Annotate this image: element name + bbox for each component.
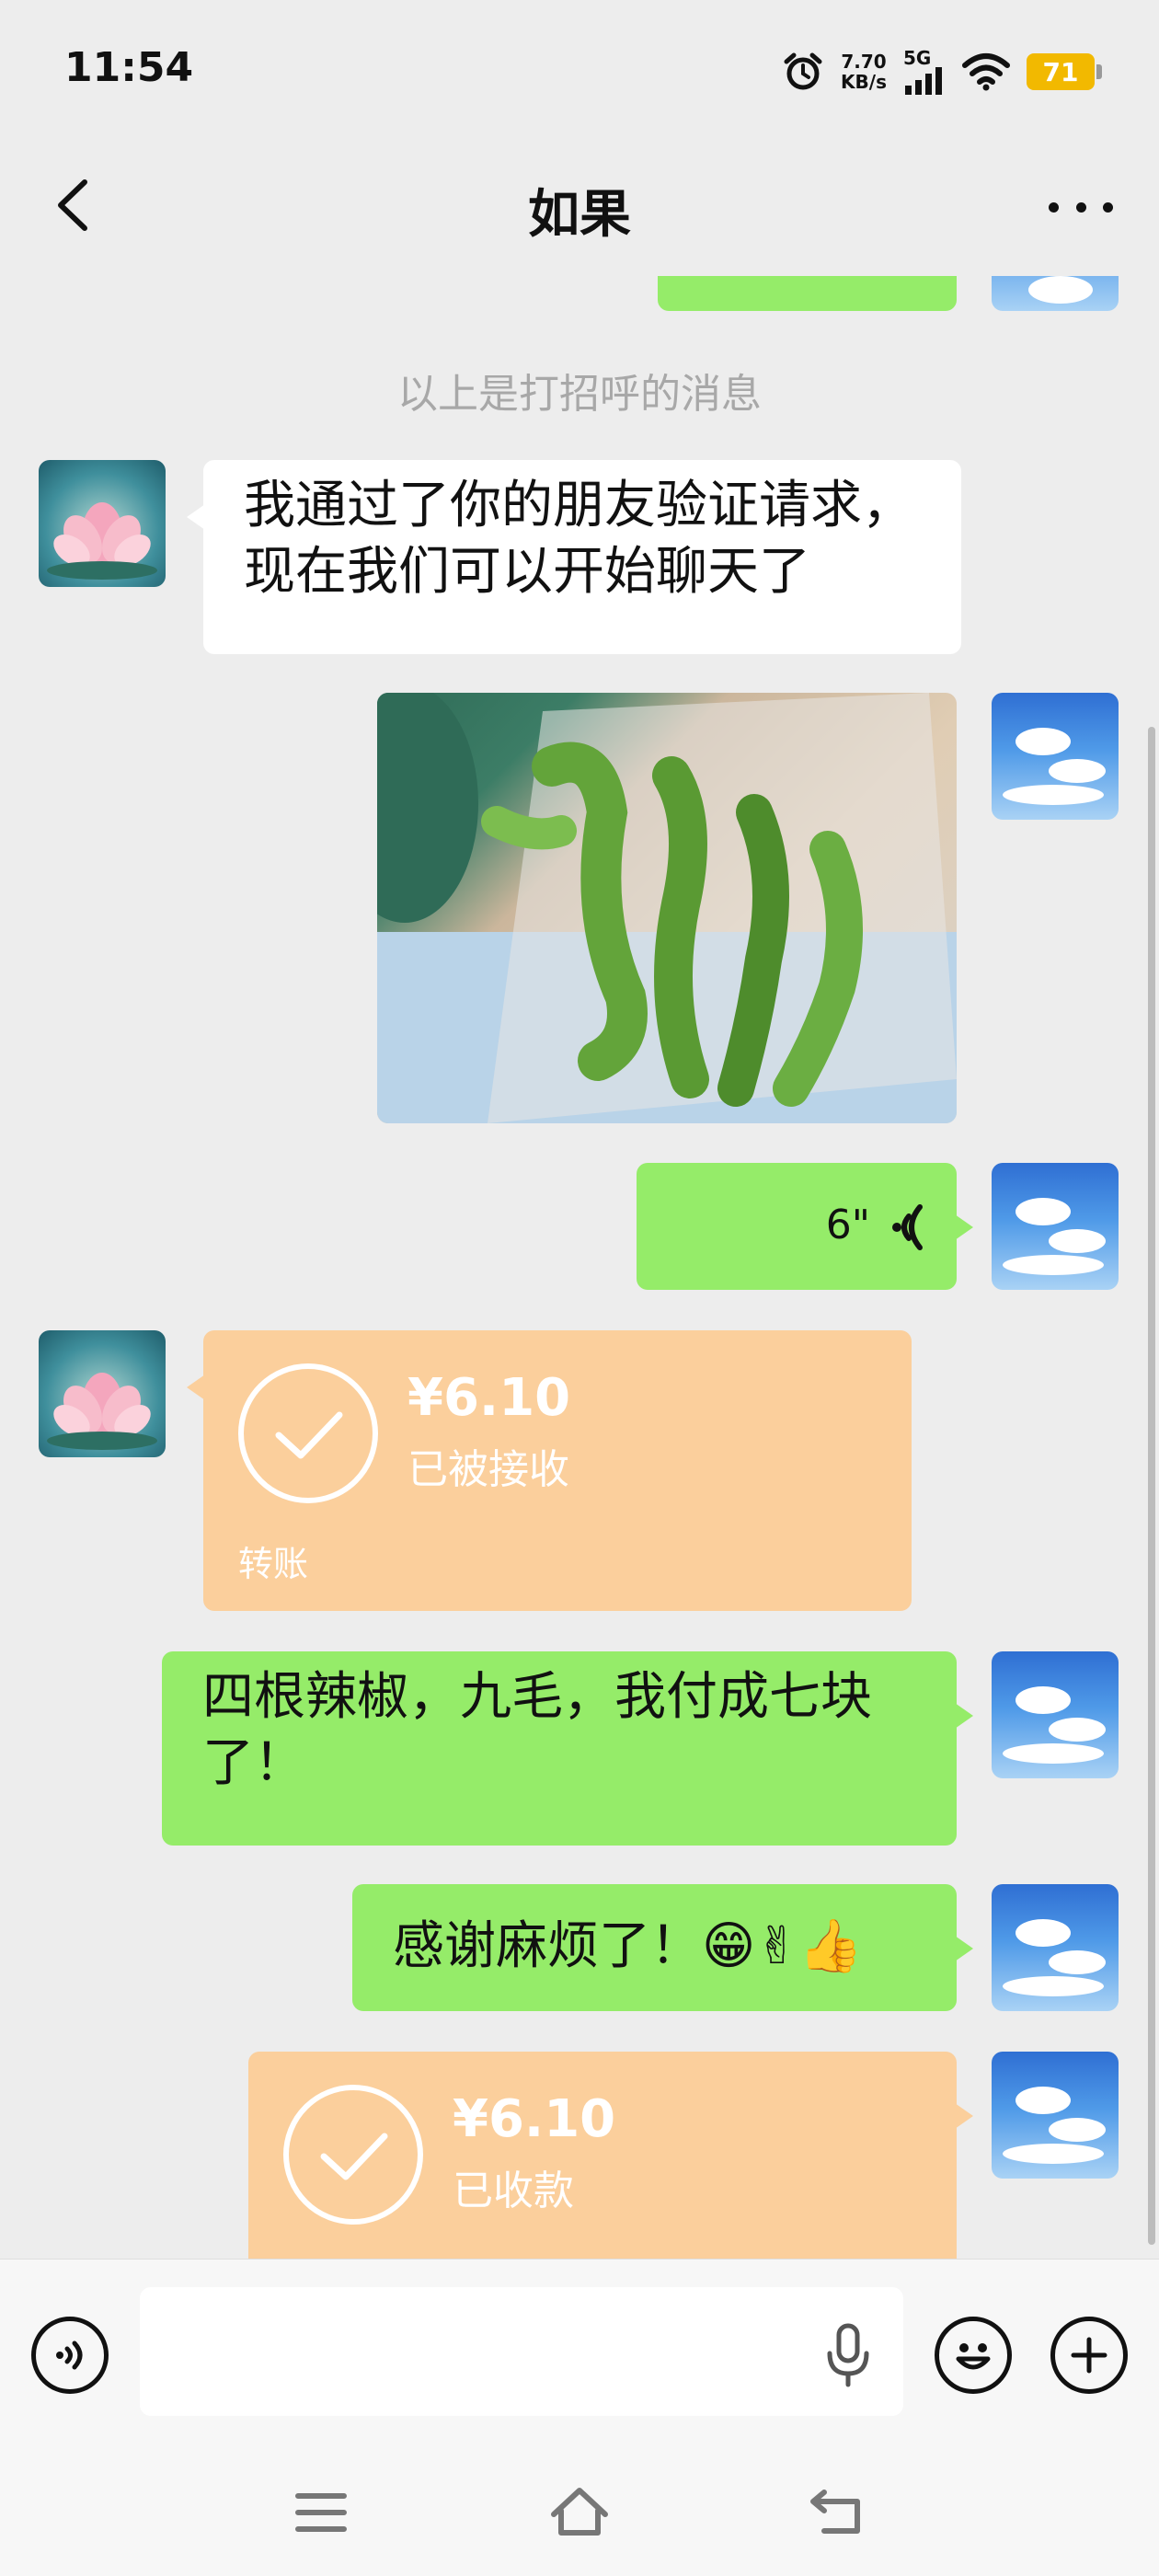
lotus-avatar-image <box>47 1373 157 1450</box>
cloud-shape <box>1003 1255 1104 1275</box>
message-text-line: 现在我们可以开始聊天了 <box>244 542 810 602</box>
system-note: 以上是打招呼的消息 <box>397 371 762 418</box>
transfer-card-received[interactable]: ¥6.10 已被接收 转账 <box>187 1330 912 1611</box>
transfer-status: 已收款 <box>453 2168 574 2214</box>
chat-title: 如果 <box>528 185 631 245</box>
status-time: 11:54 <box>64 44 194 91</box>
contact-avatar[interactable] <box>39 1330 166 1457</box>
battery-indicator: 71 <box>1027 53 1102 90</box>
checkmark-icon <box>275 1411 343 1459</box>
cloud-shape <box>1003 2144 1104 2164</box>
system-navigation-bar <box>0 2452 1159 2576</box>
cloud-shape <box>1049 1229 1106 1253</box>
cloud-shape <box>1003 1976 1104 1996</box>
cloud-shape <box>1016 1686 1071 1714</box>
cloud-shape <box>1016 1919 1071 1947</box>
my-avatar[interactable] <box>992 693 1119 820</box>
voice-wave-icon <box>892 1204 923 1250</box>
menu-button[interactable] <box>291 2487 351 2538</box>
network-type: 5G <box>903 47 932 69</box>
input-bar <box>0 2259 1159 2452</box>
message-text-line: 四根辣椒，九毛，我付成七块 <box>202 1667 872 1727</box>
emoji-button[interactable] <box>935 2317 1012 2394</box>
home-button[interactable] <box>546 2481 613 2542</box>
transfer-amount: ¥6.10 <box>407 1368 571 1428</box>
cloud-shape <box>1016 1198 1071 1225</box>
voice-mode-button[interactable] <box>31 2317 109 2394</box>
more-options-button[interactable] <box>1049 184 1113 230</box>
home-icon <box>551 2488 608 2536</box>
signal-icon <box>905 67 942 95</box>
status-icons: 7.70 KB/s 5G 71 <box>782 46 1102 98</box>
back-nav-button[interactable] <box>806 2483 870 2540</box>
return-icon <box>810 2490 860 2534</box>
message-text-line: 我通过了你的朋友验证请求， <box>244 476 913 535</box>
net-speed-value: 7.70 <box>841 51 887 73</box>
transfer-card-sent[interactable]: ¥6.10 已收款 <box>248 2052 973 2259</box>
message-input[interactable] <box>140 2287 903 2416</box>
emoji-icon <box>956 2343 991 2370</box>
voice-mode-icon <box>56 2340 83 2370</box>
net-speed: 7.70 KB/s <box>841 52 887 92</box>
checkmark-icon <box>320 2133 388 2180</box>
status-bar: 11:54 7.70 KB/s 5G 71 <box>0 0 1159 138</box>
chat-scrollbar[interactable] <box>1148 727 1155 2245</box>
chat-header: 如果 <box>0 156 1159 258</box>
peppers-photo <box>377 693 957 1123</box>
wifi-icon <box>962 53 1010 91</box>
more-horizontal-icon <box>1049 201 1059 213</box>
message-text: 感谢麻烦了！😁✌👍 <box>393 1916 864 1976</box>
check-circle-icon <box>238 1363 378 1503</box>
cloud-shape <box>1028 276 1093 304</box>
cloud-shape <box>1049 1950 1106 1974</box>
cloud-shape <box>1049 2118 1106 2142</box>
message-image-peppers[interactable] <box>377 693 957 1123</box>
message-bubble-sent[interactable]: 感谢麻烦了！😁✌👍 <box>352 1884 973 2011</box>
voice-duration: 6" <box>825 1202 870 1248</box>
lotus-avatar-image <box>47 502 157 580</box>
cloud-shape <box>1016 728 1071 755</box>
check-circle-icon <box>283 2085 423 2225</box>
net-speed-unit: KB/s <box>841 71 887 93</box>
more-functions-button[interactable] <box>1050 2317 1128 2394</box>
chat-message-list[interactable]: 以上是打招呼的消息 我通过了你的朋友验证请求， 现在我们可以开始聊天了 6" ¥… <box>0 276 1159 2259</box>
transfer-status: 已被接收 <box>407 1446 569 1493</box>
plus-icon <box>1071 2337 1107 2374</box>
cloud-shape <box>1003 1743 1104 1764</box>
transfer-label: 转账 <box>238 1544 309 1584</box>
message-bubble-received[interactable]: 我通过了你的朋友验证请求， 现在我们可以开始聊天了 <box>187 460 961 654</box>
menu-icon <box>295 2493 347 2532</box>
message-bubble-sent[interactable]: 四根辣椒，九毛，我付成七块 了！ <box>162 1651 973 1846</box>
more-dot <box>1075 201 1086 213</box>
my-avatar[interactable] <box>992 2052 1119 2179</box>
my-avatar[interactable] <box>992 1163 1119 1290</box>
my-avatar[interactable] <box>992 1651 1119 1778</box>
alarm-icon <box>784 52 822 90</box>
cloud-shape <box>1003 785 1104 805</box>
my-avatar[interactable] <box>992 276 1119 311</box>
my-avatar[interactable] <box>992 1884 1119 2011</box>
cloud-shape <box>1049 759 1106 783</box>
transfer-amount: ¥6.10 <box>453 2089 616 2149</box>
message-text-line: 了！ <box>202 1733 305 1793</box>
more-dot <box>1103 201 1113 213</box>
voice-input-button[interactable] <box>820 2320 876 2390</box>
cloud-shape <box>1016 2087 1071 2114</box>
microphone-icon <box>827 2323 869 2387</box>
previous-message-bubble[interactable] <box>658 276 957 311</box>
contact-avatar[interactable] <box>39 460 166 587</box>
cloud-shape <box>1049 1718 1106 1742</box>
voice-message-bubble[interactable]: 6" <box>637 1163 973 1290</box>
cellular-indicator: 5G <box>903 49 946 95</box>
